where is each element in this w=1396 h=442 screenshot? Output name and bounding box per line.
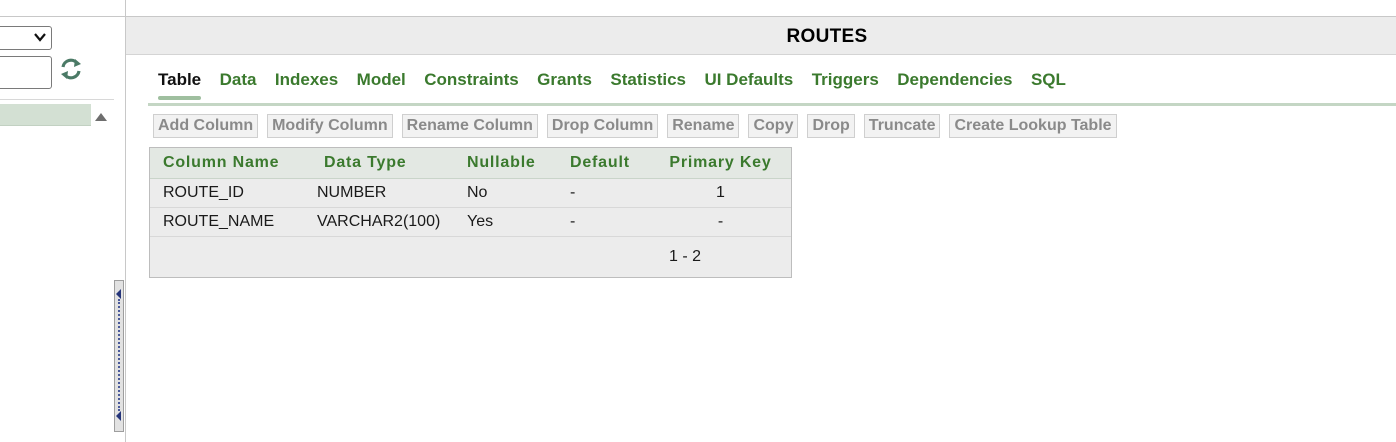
truncate-button[interactable]: Truncate xyxy=(863,114,941,138)
object-type-select[interactable] xyxy=(0,26,52,50)
cell-column-name: ROUTE_ID xyxy=(150,178,304,208)
tab-table[interactable]: Table xyxy=(158,70,202,100)
pagination-info: 1 - 2 xyxy=(669,248,702,265)
create-lookup-table-button[interactable]: Create Lookup Table xyxy=(949,114,1117,138)
cell-data-type: NUMBER xyxy=(304,178,454,208)
tab-model[interactable]: Model xyxy=(357,70,406,90)
page-title: ROUTES xyxy=(786,26,868,47)
tab-ui-defaults[interactable]: UI Defaults xyxy=(704,70,793,90)
tab-grants[interactable]: Grants xyxy=(537,70,592,90)
object-filter-input[interactable] xyxy=(0,56,52,89)
col-header-data-type[interactable]: Data Type xyxy=(304,148,454,179)
tab-data[interactable]: Data xyxy=(220,70,257,90)
cell-nullable: Yes xyxy=(454,207,557,237)
collapse-left-arrow-icon[interactable] xyxy=(116,411,121,421)
drop-column-button[interactable]: Drop Column xyxy=(546,114,659,138)
rename-column-button[interactable]: Rename Column xyxy=(401,114,538,138)
cell-primary-key: 1 xyxy=(650,178,791,208)
refresh-icon[interactable] xyxy=(58,56,84,82)
tab-dependencies[interactable]: Dependencies xyxy=(897,70,1012,90)
cell-primary-key: - xyxy=(650,207,791,237)
cell-column-name: ROUTE_NAME xyxy=(150,207,304,237)
copy-button[interactable]: Copy xyxy=(748,114,799,138)
tab-divider xyxy=(148,103,1396,106)
cell-nullable: No xyxy=(454,178,557,208)
drop-button[interactable]: Drop xyxy=(807,114,855,138)
table-toolbar: Add Column Modify Column Rename Column Drop… xyxy=(153,114,1126,138)
table-row: ROUTE_NAME VARCHAR2(100) Yes - - xyxy=(150,207,791,237)
object-details-pane: ROUTES Table Data Indexes Model Constrai… xyxy=(126,16,1396,442)
col-header-nullable[interactable]: Nullable xyxy=(454,148,557,179)
tabs-area: Table Data Indexes Model Constraints Gra… xyxy=(126,55,1396,442)
splitter-grip xyxy=(118,299,120,411)
rename-button[interactable]: Rename xyxy=(667,114,740,138)
table-header-row: Column Name Data Type Nullable Default P… xyxy=(150,148,791,179)
columns-grid: Column Name Data Type Nullable Default P… xyxy=(149,147,792,278)
tab-bar: Table Data Indexes Model Constraints Gra… xyxy=(158,70,1080,100)
col-header-default[interactable]: Default xyxy=(557,148,650,179)
scroll-up-arrow-icon[interactable] xyxy=(93,110,109,124)
columns-table: Column Name Data Type Nullable Default P… xyxy=(150,148,791,237)
tab-sql[interactable]: SQL xyxy=(1031,70,1066,90)
col-header-primary-key[interactable]: Primary Key xyxy=(650,148,791,179)
collapse-left-arrow-icon[interactable] xyxy=(116,289,121,299)
tab-constraints[interactable]: Constraints xyxy=(424,70,518,90)
cell-default: - xyxy=(557,178,650,208)
object-browser-pane xyxy=(0,0,126,442)
table-row: ROUTE_ID NUMBER No - 1 xyxy=(150,178,791,208)
pane-splitter[interactable] xyxy=(114,280,124,432)
col-header-column-name[interactable]: Column Name xyxy=(150,148,304,179)
top-divider xyxy=(0,16,126,17)
modify-column-button[interactable]: Modify Column xyxy=(267,114,393,138)
object-list-item-selected[interactable] xyxy=(0,104,91,126)
cell-data-type: VARCHAR2(100) xyxy=(304,207,454,237)
tab-indexes[interactable]: Indexes xyxy=(275,70,338,90)
object-title-bar: ROUTES xyxy=(126,16,1396,55)
object-list[interactable] xyxy=(0,99,114,442)
cell-default: - xyxy=(557,207,650,237)
add-column-button[interactable]: Add Column xyxy=(153,114,259,138)
chevron-down-icon xyxy=(34,33,46,42)
tab-triggers[interactable]: Triggers xyxy=(812,70,879,90)
tab-statistics[interactable]: Statistics xyxy=(610,70,686,90)
